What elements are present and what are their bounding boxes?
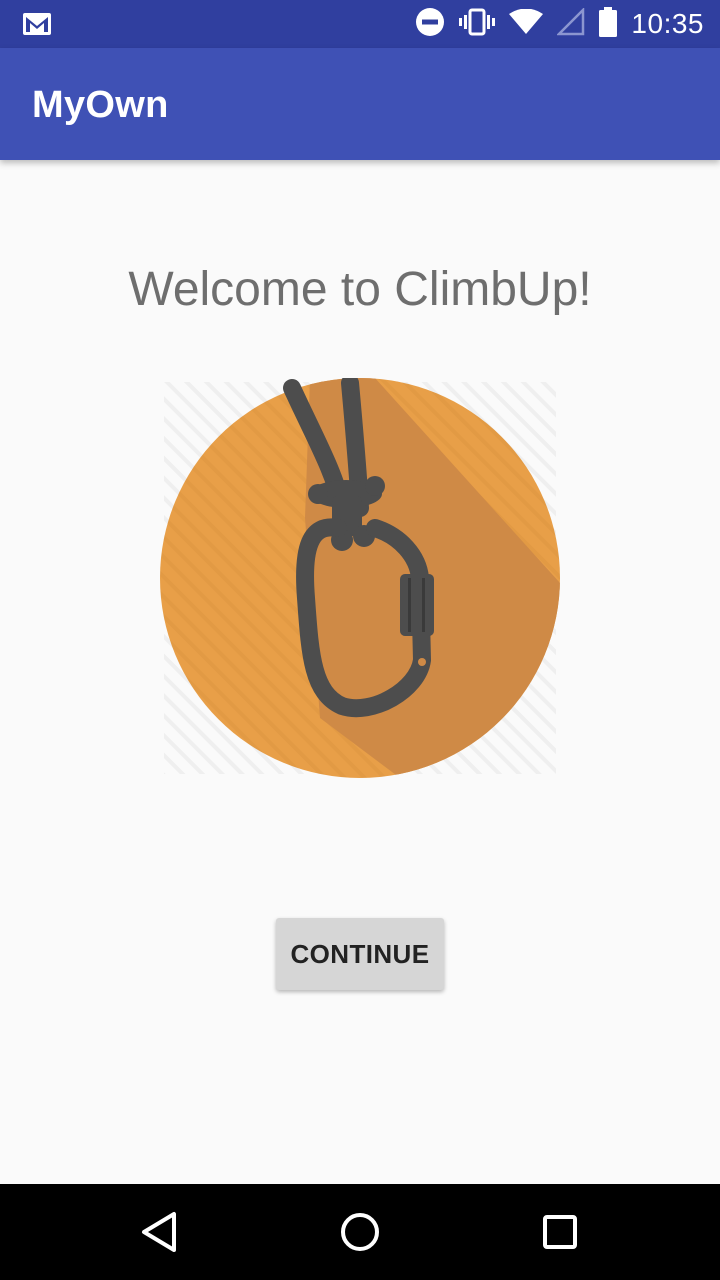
continue-button[interactable]: CONTINUE <box>276 918 444 990</box>
home-icon[interactable] <box>336 1208 384 1256</box>
battery-icon <box>599 6 618 42</box>
wifi-icon <box>509 8 544 40</box>
navigation-bar <box>0 1184 720 1280</box>
vibrate-icon <box>459 8 496 41</box>
recents-icon[interactable] <box>536 1208 584 1256</box>
carabiner-icon <box>160 374 560 778</box>
app-bar: MyOwn <box>0 48 720 160</box>
status-bar: 10:35 <box>0 0 720 48</box>
welcome-heading: Welcome to ClimbUp! <box>128 263 592 316</box>
do-not-disturb-icon <box>415 7 445 42</box>
gmail-icon <box>22 13 52 40</box>
cell-signal-icon <box>556 6 585 41</box>
back-icon[interactable] <box>136 1208 184 1256</box>
status-time: 10:35 <box>631 8 704 39</box>
app-title: MyOwn <box>32 84 169 126</box>
